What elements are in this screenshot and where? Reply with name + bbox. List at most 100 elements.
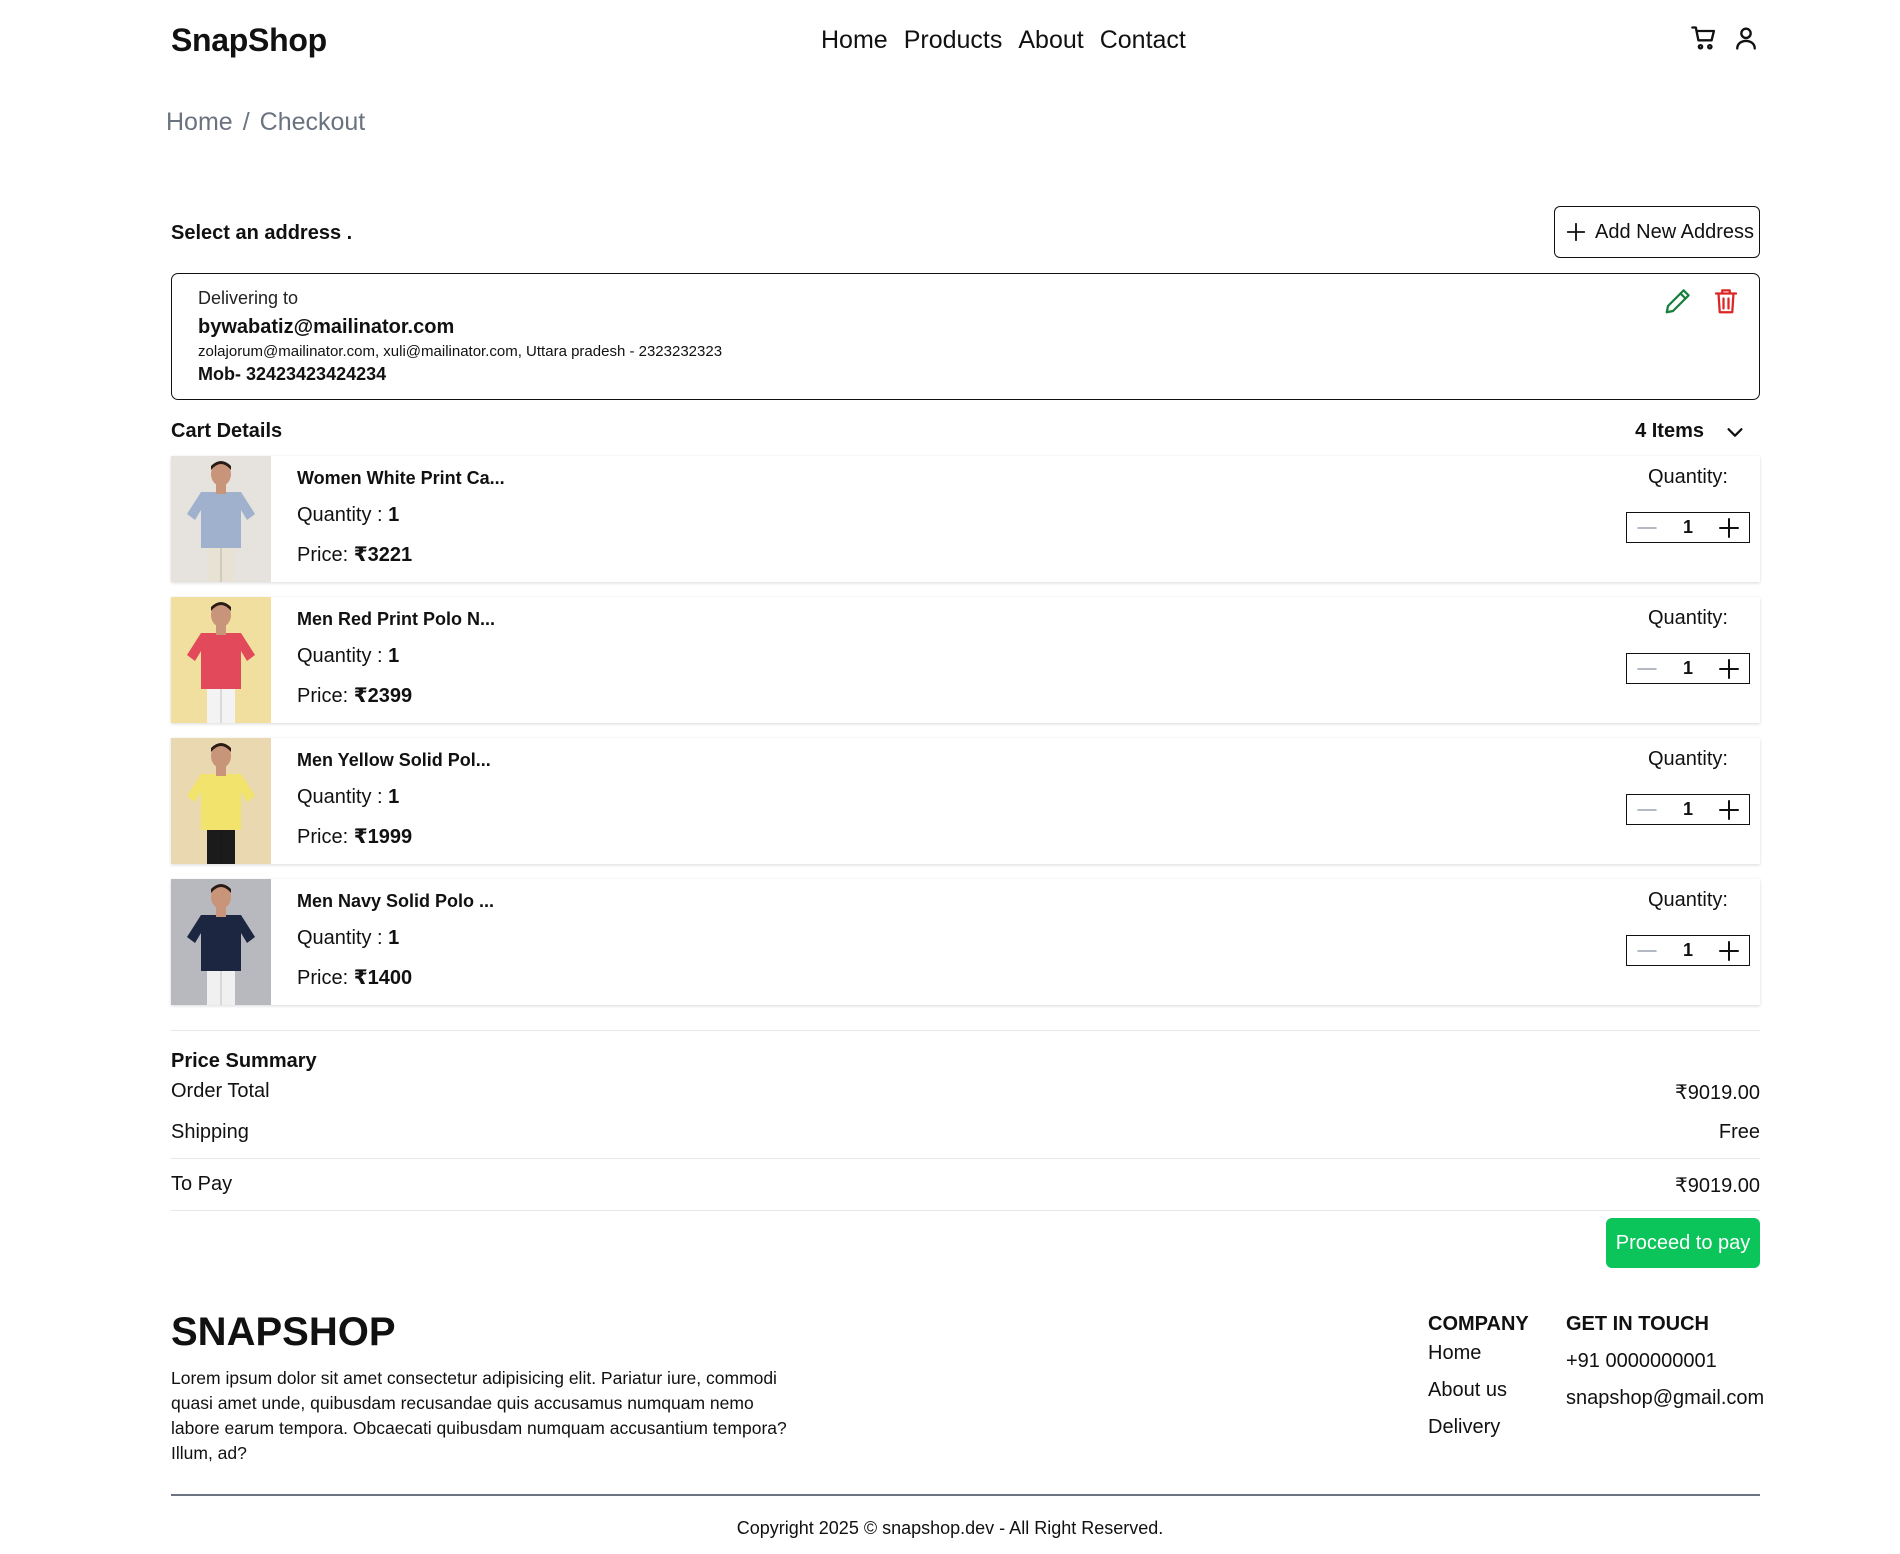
item-quantity: Quantity : 1 bbox=[297, 786, 491, 809]
nav-contact[interactable]: Contact bbox=[1100, 26, 1186, 55]
delete-icon[interactable] bbox=[1711, 286, 1741, 316]
item-quantity: Quantity : 1 bbox=[297, 645, 495, 668]
breadcrumb-separator: / bbox=[242, 108, 250, 136]
delivering-to-label: Delivering to bbox=[198, 288, 299, 308]
item-quantity-value: 1 bbox=[388, 504, 400, 526]
item-price: Price: ₹1400 bbox=[297, 965, 494, 990]
site-logo[interactable]: SnapShop bbox=[171, 22, 327, 59]
item-quantity-value: 1 bbox=[388, 645, 400, 667]
quantity-label: Quantity: bbox=[1647, 889, 1728, 911]
footer-company-column: COMPANY Home About us Delivery bbox=[1428, 1313, 1529, 1453]
item-quantity: Quantity : 1 bbox=[297, 504, 505, 527]
cart-item: Men Red Print Polo N... Quantity : 1 Pri… bbox=[171, 597, 1760, 723]
footer-link-about[interactable]: About us bbox=[1428, 1379, 1529, 1402]
footer-company-title: COMPANY bbox=[1428, 1313, 1529, 1335]
shipping-row: Shipping Free bbox=[171, 1121, 1760, 1144]
footer-link-delivery[interactable]: Delivery bbox=[1428, 1416, 1529, 1439]
quantity-stepper: 1 bbox=[1626, 512, 1750, 543]
to-pay-label: To Pay bbox=[171, 1173, 233, 1195]
quantity-stepper: 1 bbox=[1626, 653, 1750, 684]
footer-email[interactable]: snapshop@gmail.com bbox=[1566, 1387, 1764, 1410]
chevron-down-icon bbox=[1727, 427, 1743, 437]
address-line: zolajorum@mailinator.com, xuli@mailinato… bbox=[198, 343, 723, 360]
order-total-value: ₹9019.00 bbox=[1674, 1082, 1760, 1104]
to-pay-row: To Pay ₹9019.00 bbox=[171, 1173, 1760, 1198]
address-card[interactable]: Delivering to bywabatiz@mailinator.com z… bbox=[171, 273, 1760, 400]
cart-list: Women White Print Ca... Quantity : 1 Pri… bbox=[171, 456, 1760, 1020]
footer-contact-title: GET IN TOUCH bbox=[1566, 1313, 1709, 1335]
item-name[interactable]: Men Navy Solid Polo ... bbox=[297, 891, 494, 912]
address-section-title: Select an address . bbox=[171, 222, 353, 244]
item-name[interactable]: Women White Print Ca... bbox=[297, 468, 505, 489]
summary-divider-mid bbox=[171, 1158, 1760, 1159]
cart-item: Women White Print Ca... Quantity : 1 Pri… bbox=[171, 456, 1760, 582]
plus-icon[interactable] bbox=[1717, 657, 1741, 681]
plus-icon[interactable] bbox=[1717, 798, 1741, 822]
item-price-value: ₹2399 bbox=[353, 685, 413, 707]
item-price-label: Price: bbox=[297, 544, 354, 566]
footer-link-home[interactable]: Home bbox=[1428, 1342, 1529, 1365]
header-icons bbox=[1690, 24, 1760, 52]
address-actions bbox=[1663, 286, 1741, 316]
site-header: SnapShop Home Products About Contact bbox=[171, 0, 1760, 84]
proceed-to-pay-button[interactable]: Proceed to pay bbox=[1606, 1218, 1760, 1268]
address-mobile: Mob- 32423423424234 bbox=[198, 364, 387, 384]
item-price-label: Price: bbox=[297, 967, 354, 989]
quantity-label: Quantity: bbox=[1647, 748, 1728, 770]
minus-icon[interactable] bbox=[1635, 798, 1659, 822]
product-thumbnail[interactable] bbox=[171, 456, 271, 582]
nav-products[interactable]: Products bbox=[904, 26, 1003, 55]
item-price: Price: ₹1999 bbox=[297, 824, 491, 849]
copyright-text: Copyright 2025 © snapshop.dev - All Righ… bbox=[736, 1518, 1164, 1538]
plus-icon[interactable] bbox=[1717, 939, 1741, 963]
item-price-label: Price: bbox=[297, 826, 354, 848]
cart-items-toggle[interactable]: 4 Items bbox=[1635, 420, 1746, 443]
cart-icon[interactable] bbox=[1690, 24, 1718, 52]
breadcrumb-home[interactable]: Home bbox=[166, 108, 233, 137]
minus-icon[interactable] bbox=[1635, 657, 1659, 681]
summary-divider-top bbox=[171, 1030, 1760, 1031]
nav-about[interactable]: About bbox=[1018, 26, 1083, 55]
product-thumbnail[interactable] bbox=[171, 597, 271, 723]
item-info: Men Red Print Polo N... Quantity : 1 Pri… bbox=[297, 609, 495, 708]
product-thumbnail[interactable] bbox=[171, 738, 271, 864]
quantity-label: Quantity: bbox=[1647, 466, 1728, 488]
product-thumbnail[interactable] bbox=[171, 879, 271, 1005]
item-price: Price: ₹3221 bbox=[297, 542, 505, 567]
item-info: Men Yellow Solid Pol... Quantity : 1 Pri… bbox=[297, 750, 491, 849]
cart-item-count: 4 Items bbox=[1635, 420, 1704, 442]
add-new-address-button[interactable]: Add New Address bbox=[1554, 206, 1760, 258]
user-icon[interactable] bbox=[1732, 24, 1760, 52]
minus-icon[interactable] bbox=[1635, 516, 1659, 540]
quantity-label: Quantity: bbox=[1647, 607, 1728, 629]
plus-icon bbox=[1566, 222, 1586, 242]
order-total-label: Order Total bbox=[171, 1080, 270, 1102]
footer-divider bbox=[171, 1494, 1760, 1496]
shipping-value: Free bbox=[1718, 1121, 1760, 1143]
to-pay-value: ₹9019.00 bbox=[1674, 1175, 1760, 1197]
cart-title: Cart Details bbox=[171, 420, 283, 442]
quantity-value: 1 bbox=[1682, 517, 1693, 537]
item-name[interactable]: Men Yellow Solid Pol... bbox=[297, 750, 491, 771]
cart-item: Men Navy Solid Polo ... Quantity : 1 Pri… bbox=[171, 879, 1760, 1005]
quantity-value: 1 bbox=[1682, 799, 1693, 819]
minus-icon[interactable] bbox=[1635, 939, 1659, 963]
nav-home[interactable]: Home bbox=[821, 26, 888, 55]
quantity-stepper: 1 bbox=[1626, 935, 1750, 966]
order-total-row: Order Total ₹9019.00 bbox=[171, 1080, 1760, 1105]
footer-contact-column: GET IN TOUCH +91 0000000001 snapshop@gma… bbox=[1566, 1313, 1764, 1414]
item-quantity-label: Quantity : bbox=[297, 504, 389, 526]
item-price-value: ₹1400 bbox=[353, 967, 413, 989]
item-info: Men Navy Solid Polo ... Quantity : 1 Pri… bbox=[297, 891, 494, 990]
shipping-label: Shipping bbox=[171, 1121, 249, 1143]
item-name[interactable]: Men Red Print Polo N... bbox=[297, 609, 495, 630]
footer-phone: +91 0000000001 bbox=[1566, 1350, 1717, 1372]
breadcrumb: Home / Checkout bbox=[166, 108, 365, 137]
item-price-value: ₹1999 bbox=[353, 826, 413, 848]
add-new-address-label: Add New Address bbox=[1595, 220, 1754, 243]
plus-icon[interactable] bbox=[1717, 516, 1741, 540]
breadcrumb-current: Checkout bbox=[259, 108, 366, 136]
item-price-value: ₹3221 bbox=[353, 544, 413, 566]
edit-icon[interactable] bbox=[1663, 286, 1693, 316]
item-price-label: Price: bbox=[297, 685, 354, 707]
